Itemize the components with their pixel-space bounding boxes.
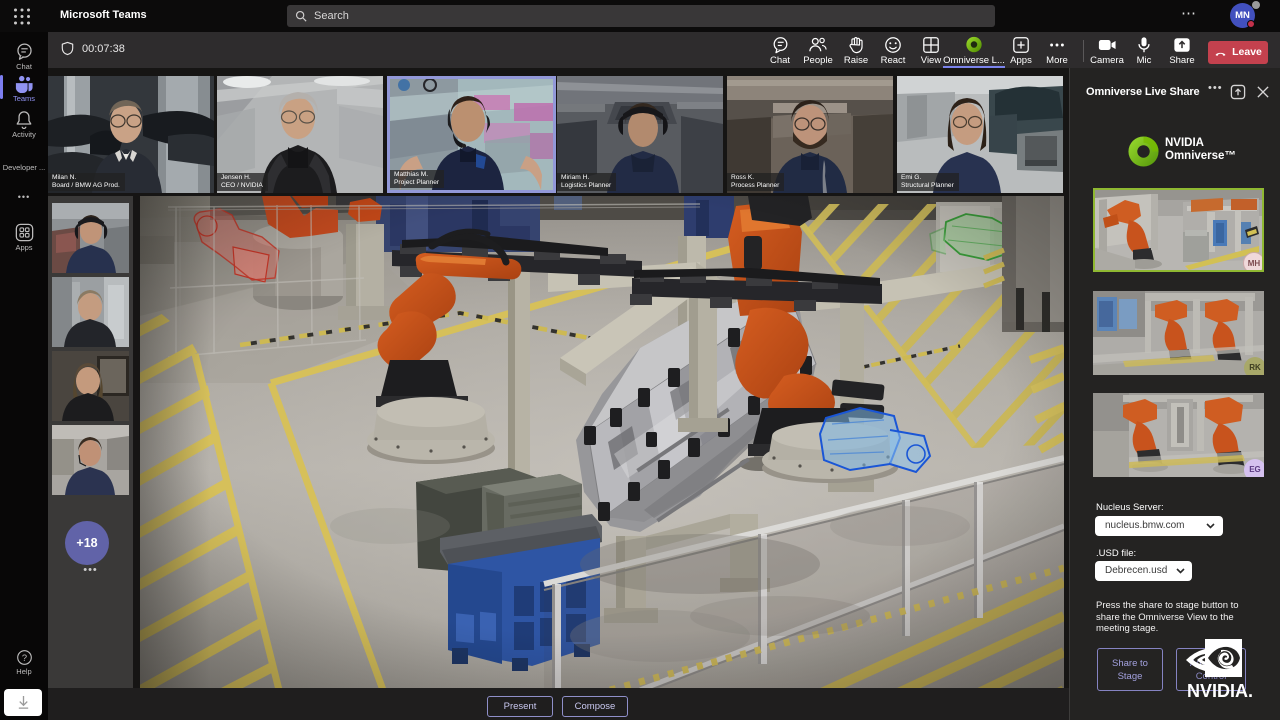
svg-text:?: ? [21, 653, 26, 663]
svg-text:NVIDIA.: NVIDIA. [1187, 681, 1253, 701]
